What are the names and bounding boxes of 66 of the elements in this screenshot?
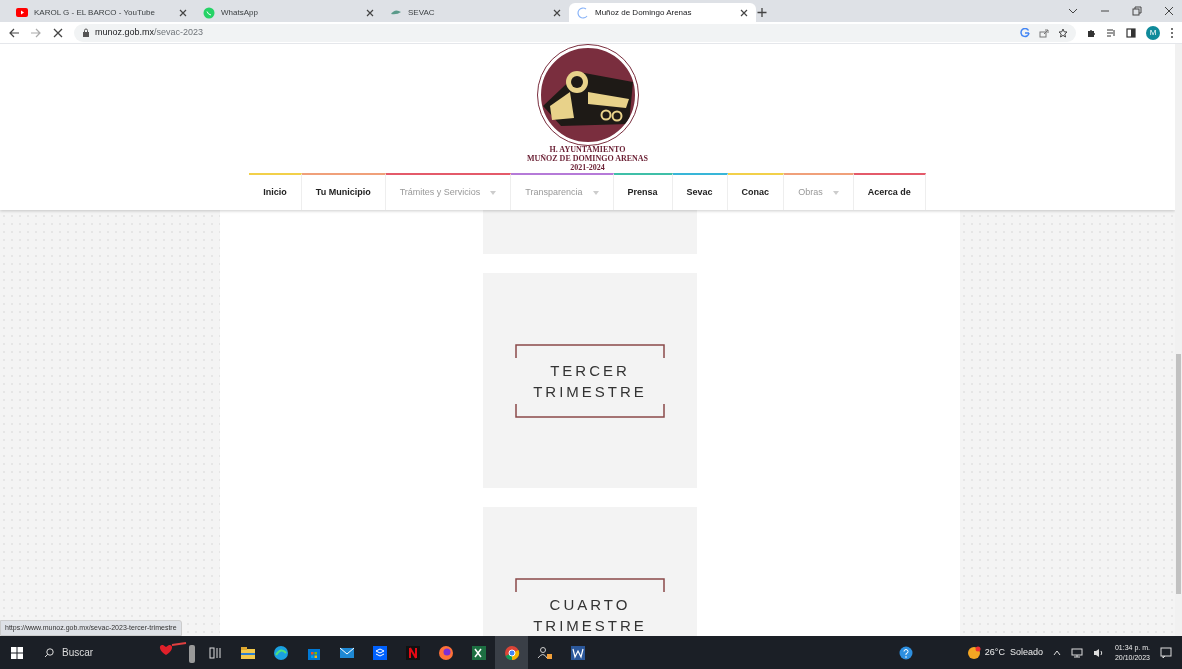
fox-globe-icon <box>437 644 454 661</box>
nav-link[interactable]: Conac <box>727 173 785 210</box>
people-icon <box>536 644 553 661</box>
browser-tab[interactable]: KAROL G - EL BARCO - YouTube <box>8 3 195 22</box>
logo-text: 2021-2024 <box>570 163 605 172</box>
lock-icon <box>82 28 90 37</box>
restore-icon[interactable] <box>1132 6 1142 16</box>
trimester-card[interactable]: TERCER TRIMESTRE <box>483 273 697 488</box>
browser-tab[interactable]: Muñoz de Domingo Arenas <box>569 3 756 22</box>
more-icon[interactable] <box>1170 26 1174 39</box>
puzzle-icon[interactable] <box>1086 27 1096 38</box>
chevron-down-icon[interactable] <box>1068 6 1078 16</box>
address-bar[interactable]: munoz.gob.mx/sevac-2023 <box>74 23 1076 42</box>
g-logo-icon[interactable] <box>1020 27 1030 38</box>
close-icon[interactable] <box>553 8 561 17</box>
help-icon[interactable] <box>898 645 913 660</box>
scrollbar[interactable] <box>1175 44 1182 636</box>
logo-text: H. AYUNTAMIENTO <box>549 145 626 154</box>
search-field[interactable]: Buscar <box>34 636 158 669</box>
close-icon[interactable] <box>1164 6 1174 16</box>
network-icon[interactable] <box>1070 647 1083 658</box>
caret-icon <box>832 190 839 195</box>
browser-tab[interactable]: WhatsApp <box>195 3 382 22</box>
chat-bubble-icon <box>203 6 215 19</box>
nav-link[interactable]: Acerca de <box>853 173 926 210</box>
profile-avatar[interactable]: M <box>1146 25 1160 40</box>
taskbar-app[interactable] <box>495 636 528 669</box>
playlist-icon[interactable] <box>1106 27 1116 38</box>
browser-tab[interactable]: SEVAC <box>382 3 569 22</box>
close-icon[interactable] <box>740 8 748 17</box>
speaker-icon[interactable] <box>1092 647 1105 658</box>
box-icon <box>371 644 388 661</box>
close-icon[interactable] <box>366 8 374 17</box>
nav-link[interactable]: Inicio <box>249 173 302 210</box>
spreadsheet-icon <box>470 644 487 661</box>
search-icon <box>44 647 54 658</box>
video-play-icon <box>16 6 28 19</box>
notification-icon[interactable] <box>1160 646 1172 659</box>
sun-icon <box>966 645 981 660</box>
nav-link[interactable]: Sevac <box>672 173 728 210</box>
star-icon[interactable] <box>1058 27 1068 38</box>
nav-link[interactable]: Tu Municipio <box>301 173 386 210</box>
url-text: munoz.gob.mx/sevac-2023 <box>95 25 204 39</box>
logo-text: MUÑOZ DE DOMINGO ARENAS <box>526 154 649 163</box>
stop-icon[interactable] <box>52 26 64 39</box>
back-arrow-icon[interactable] <box>8 26 20 39</box>
caret-icon <box>490 190 497 195</box>
caret-icon <box>592 190 599 195</box>
loading-spinner-icon <box>577 6 589 19</box>
share-icon[interactable] <box>1039 27 1049 38</box>
heart-balloon-drawing <box>158 640 198 665</box>
card-title: CUARTO TRIMESTRE <box>533 594 647 636</box>
browser-circle-icon <box>503 644 520 661</box>
document-w-icon <box>569 644 586 661</box>
card-title: TERCER TRIMESTRE <box>533 360 647 402</box>
wave-circle-icon <box>272 644 289 661</box>
side-panel-icon[interactable] <box>1126 27 1136 38</box>
letter-n-icon <box>404 644 421 661</box>
windows-logo-icon <box>11 646 23 659</box>
nav-link[interactable]: Prensa <box>613 173 673 210</box>
trimester-card[interactable]: CUARTO TRIMESTRE <box>483 507 697 636</box>
folder-icon <box>239 644 256 661</box>
close-icon[interactable] <box>179 8 187 17</box>
weather-widget[interactable]: 26°C Soleado <box>966 645 1043 660</box>
task-view-icon <box>206 644 223 661</box>
chevron-up-icon[interactable] <box>1052 649 1061 656</box>
